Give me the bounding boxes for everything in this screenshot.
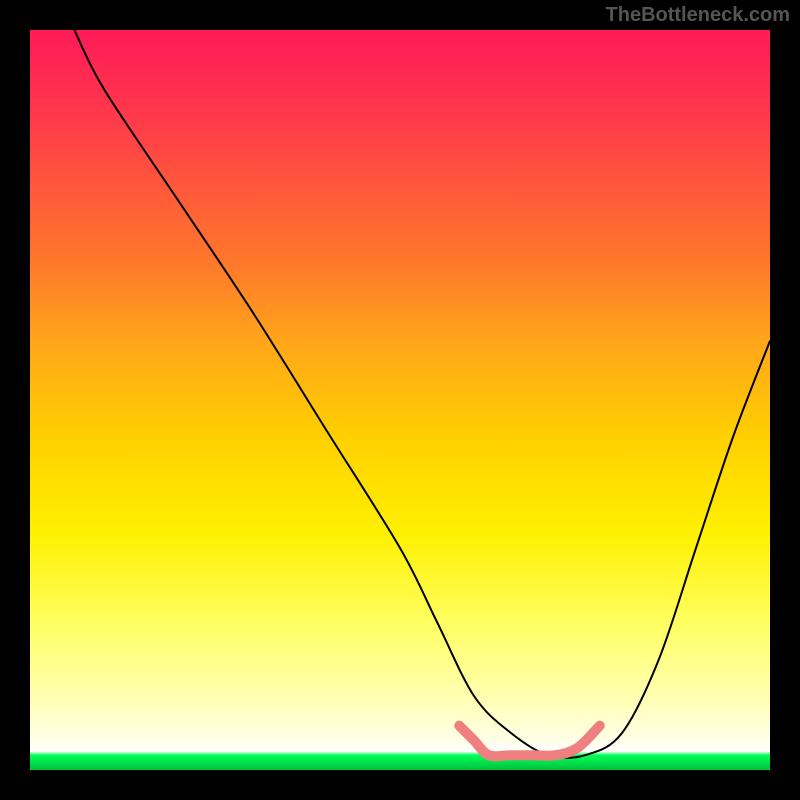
watermark-text: TheBottleneck.com (606, 4, 790, 27)
black-curve (74, 30, 770, 758)
curve-svg (30, 30, 770, 770)
plot-area (30, 30, 770, 770)
chart-container: TheBottleneck.com (0, 0, 800, 800)
salmon-highlight (459, 726, 600, 757)
